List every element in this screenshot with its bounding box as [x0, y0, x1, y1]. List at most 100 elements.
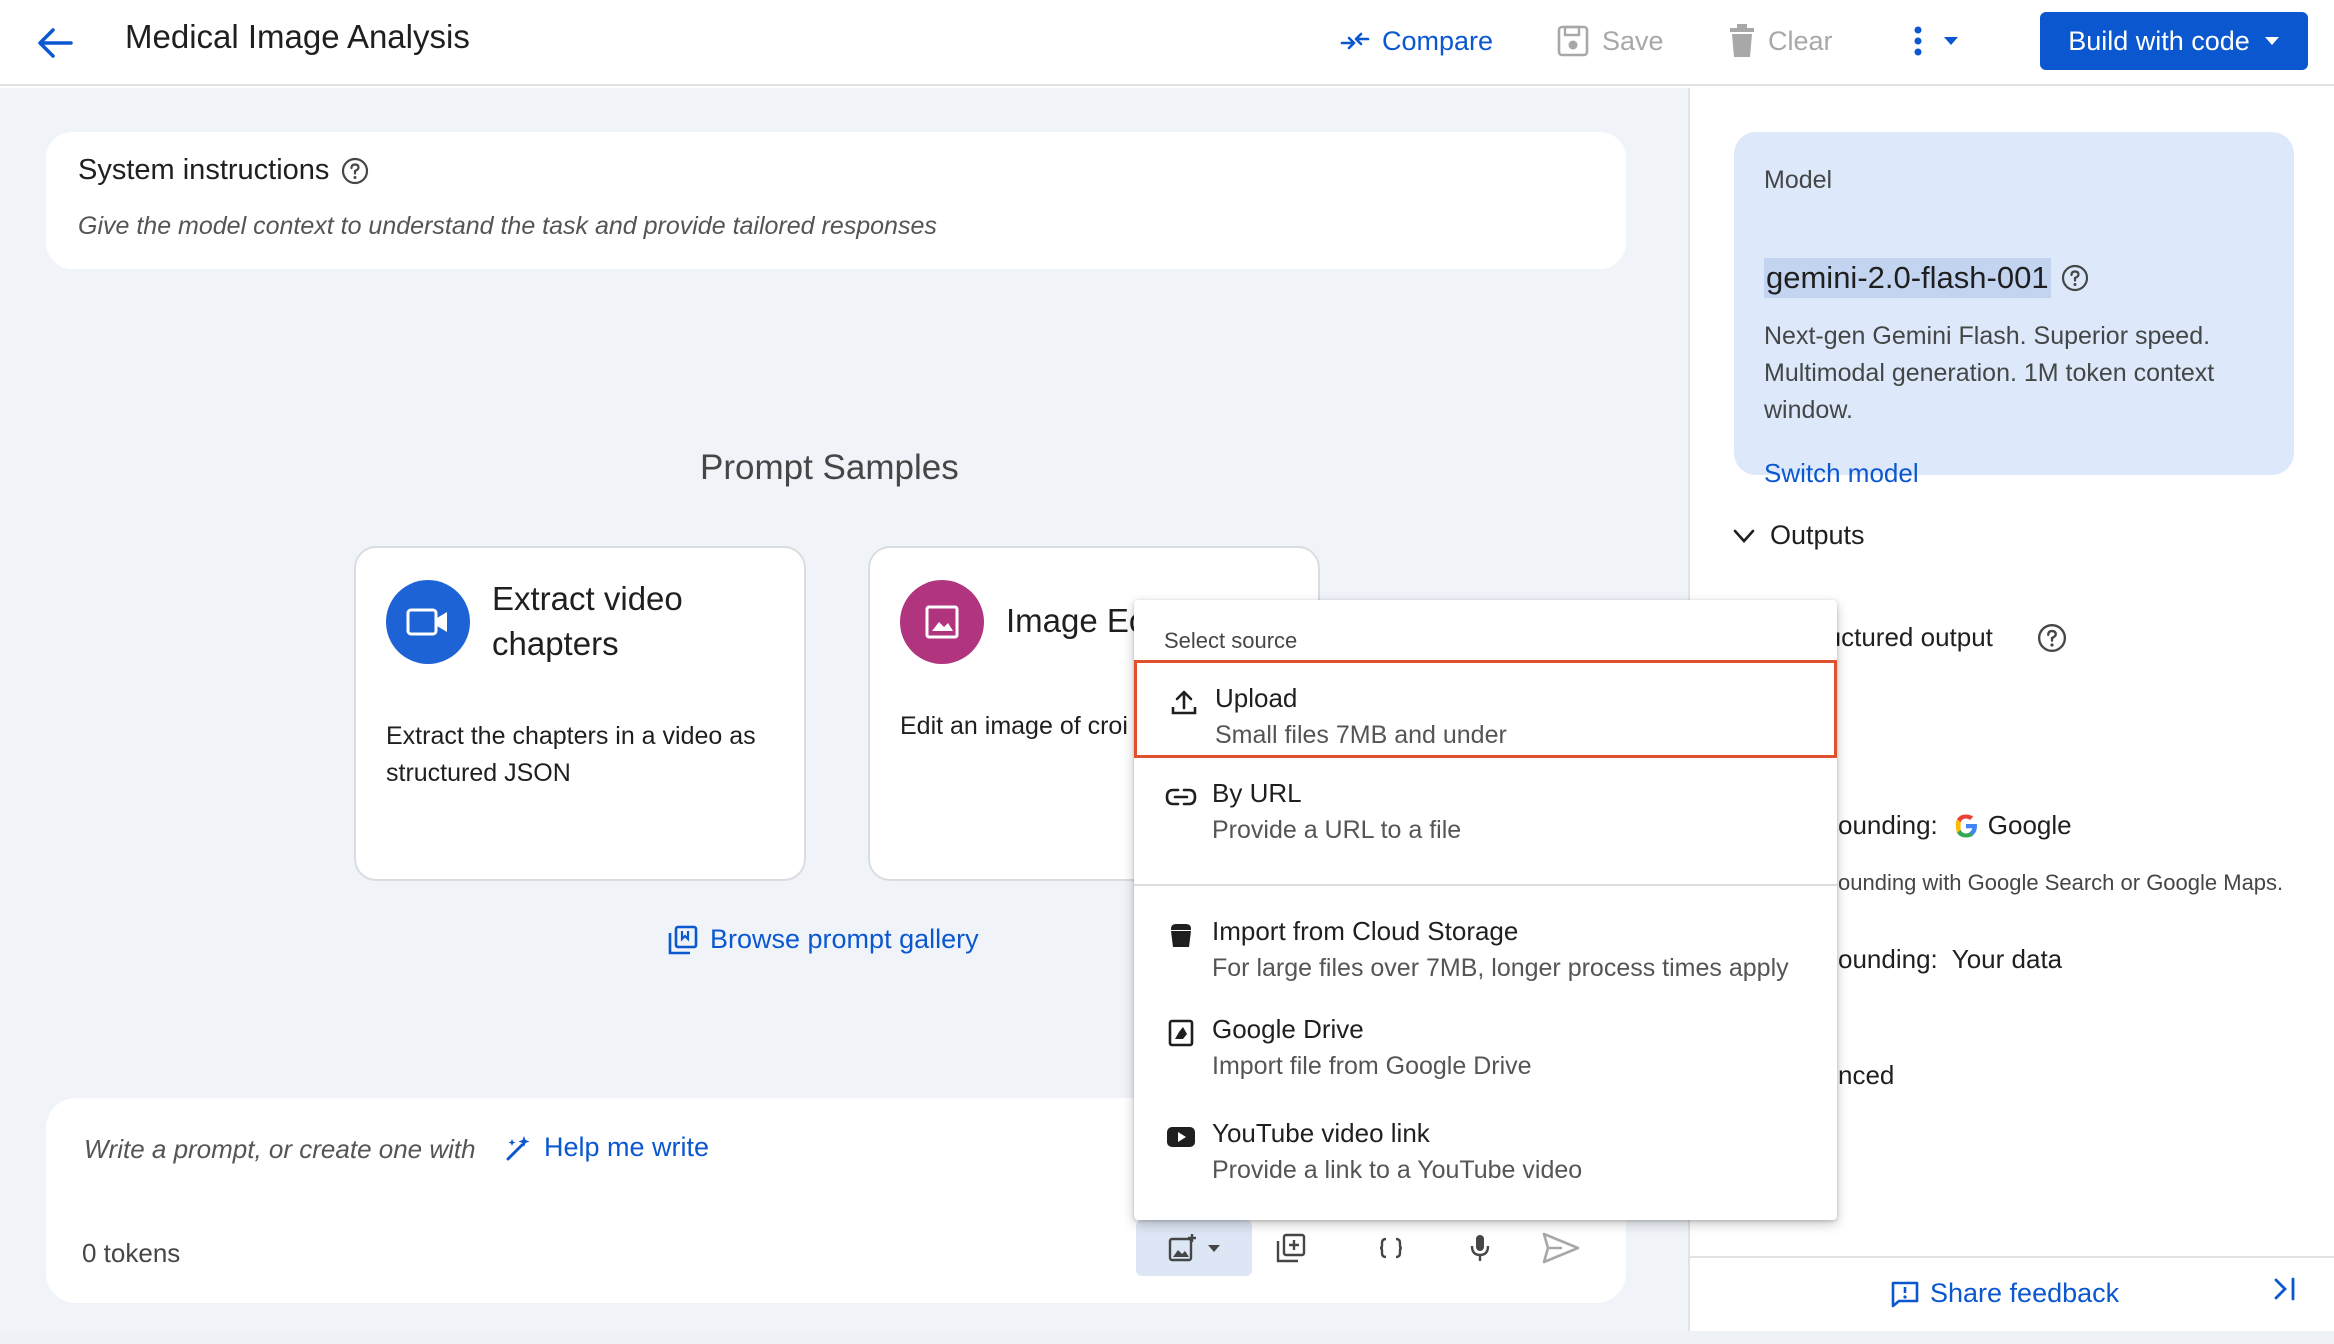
help-icon[interactable] [2061, 264, 2089, 292]
menu-item-cloud-storage[interactable]: Import from Cloud Storage For large file… [1134, 896, 1837, 992]
menu-divider [1134, 884, 1837, 886]
youtube-icon [1164, 1120, 1198, 1154]
collapse-panel-button[interactable] [2272, 1276, 2298, 1309]
model-label: Model [1764, 166, 1833, 194]
grounding-google-description: ounding with Google Search or Google Map… [1838, 870, 2284, 895]
image-icon [900, 580, 984, 664]
model-name-row: gemini-2.0-flash-001 [1764, 258, 2089, 298]
add-image-icon [1168, 1234, 1196, 1262]
compare-label: Compare [1382, 25, 1494, 56]
system-instructions-card[interactable]: System instructions Give the model conte… [46, 132, 1626, 269]
help-write-label: Help me write [544, 1132, 710, 1162]
arrow-left-icon [38, 28, 73, 58]
compare-button[interactable]: Compare [1340, 16, 1493, 66]
code-braces-icon [1379, 1237, 1403, 1259]
menu-item-label: Import from Cloud Storage [1212, 916, 1519, 946]
menu-item-by-url[interactable]: By URL Provide a URL to a file [1134, 758, 1837, 858]
token-count: 0 tokens [82, 1238, 181, 1268]
more-options-button[interactable] [1913, 16, 1959, 66]
send-icon [1542, 1232, 1580, 1264]
grounding-google-prefix: ounding: [1838, 810, 1938, 840]
menu-item-label: By URL [1212, 778, 1302, 808]
menu-item-youtube[interactable]: YouTube video link Provide a link to a Y… [1134, 1098, 1837, 1198]
microphone-button[interactable] [1450, 1220, 1510, 1276]
library-add-icon [1276, 1233, 1306, 1263]
structured-output-label: ructured output [1818, 622, 1993, 652]
grounding-google-label: Google [1987, 810, 2072, 840]
outputs-label: Outputs [1770, 520, 1865, 550]
gallery-icon [668, 925, 698, 954]
insert-code-button[interactable] [1356, 1220, 1426, 1276]
switch-model-link[interactable]: Switch model [1764, 458, 1919, 489]
sample-card-extract-video[interactable]: Extract video chapters Extract the chapt… [354, 546, 806, 881]
grounding-data-prefix: ounding: [1838, 944, 1938, 974]
caret-down-icon [1944, 37, 1958, 45]
upload-icon [1167, 685, 1201, 719]
top-bar: Medical Image Analysis Compare Save Clea… [0, 0, 2334, 86]
grounding-your-data-row[interactable]: ounding: Your data [1838, 944, 2062, 975]
save-button[interactable]: Save [1556, 16, 1664, 66]
sample-card-title: Extract video chapters [492, 580, 683, 662]
compare-icon [1340, 32, 1370, 50]
select-source-menu: Select source Upload Small files 7MB and… [1134, 600, 1837, 1220]
microphone-icon [1470, 1235, 1490, 1261]
menu-item-subtitle: Provide a URL to a file [1212, 816, 1462, 844]
model-description: Next-gen Gemini Flash. Superior speed. M… [1764, 322, 2215, 424]
google-drive-icon [1164, 1016, 1198, 1050]
save-label: Save [1602, 25, 1664, 56]
feedback-icon [1891, 1281, 1919, 1307]
sample-card-description: Extract the chapters in a video as struc… [386, 722, 756, 787]
cloud-storage-icon [1164, 918, 1198, 952]
build-label: Build with code [2068, 25, 2250, 56]
system-instructions-input[interactable]: Give the model context to understand the… [78, 212, 937, 241]
menu-item-google-drive[interactable]: Google Drive Import file from Google Dri… [1134, 994, 1837, 1094]
menu-item-upload[interactable]: Upload Small files 7MB and under [1134, 660, 1837, 758]
grounding-google-row[interactable]: ounding: Google [1838, 810, 2072, 841]
prompt-input[interactable]: Write a prompt, or create one with [84, 1134, 476, 1165]
browse-label: Browse prompt gallery [710, 924, 979, 954]
back-button[interactable] [30, 18, 80, 68]
magic-pen-icon [506, 1135, 530, 1160]
outputs-section-toggle[interactable]: Outputs [1732, 520, 1865, 551]
caret-down-icon [2264, 37, 2279, 45]
caret-down-icon [1208, 1244, 1220, 1252]
side-footer: Share feedback [1690, 1256, 2334, 1331]
advanced-section-toggle[interactable]: nced [1838, 1060, 1894, 1091]
trash-icon [1730, 24, 1754, 57]
build-with-code-button[interactable]: Build with code [2040, 12, 2308, 70]
menu-item-label: YouTube video link [1212, 1118, 1430, 1148]
menu-item-subtitle: Small files 7MB and under [1215, 721, 1507, 749]
system-instructions-title: System instructions [78, 154, 369, 187]
link-icon [1164, 780, 1198, 814]
share-feedback-label: Share feedback [1930, 1278, 2120, 1308]
menu-item-label: Upload [1215, 683, 1298, 713]
send-button[interactable] [1526, 1220, 1596, 1276]
model-name: gemini-2.0-flash-001 [1764, 258, 2051, 298]
menu-item-subtitle: Import file from Google Drive [1212, 1052, 1532, 1080]
share-feedback-button[interactable]: Share feedback [1890, 1278, 2119, 1309]
save-icon [1557, 25, 1589, 57]
google-g-icon [1955, 814, 1977, 837]
menu-header: Select source [1164, 628, 1298, 653]
model-card: Model gemini-2.0-flash-001 Next-gen Gemi… [1734, 132, 2294, 488]
menu-item-subtitle: For large files over 7MB, longer process… [1212, 954, 1789, 982]
help-icon[interactable] [2037, 623, 2067, 653]
add-content-button[interactable] [1256, 1220, 1326, 1276]
chevron-down-icon [1733, 529, 1755, 543]
video-camera-icon [386, 580, 470, 664]
grounding-data-label: Your data [1951, 944, 2063, 974]
clear-label: Clear [1768, 25, 1833, 56]
structured-output-row[interactable]: ructured output [1818, 622, 2067, 653]
menu-item-subtitle: Provide a link to a YouTube video [1212, 1156, 1583, 1184]
prompt-samples-title: Prompt Samples [700, 448, 959, 487]
more-vert-icon [1914, 26, 1922, 56]
insert-media-button[interactable] [1136, 1220, 1252, 1276]
bottom-strip [0, 1331, 2334, 1344]
help-icon[interactable] [341, 157, 369, 185]
help-me-write-button[interactable]: Help me write [504, 1132, 709, 1163]
menu-item-label: Google Drive [1212, 1014, 1364, 1044]
browse-prompt-gallery-link[interactable]: Browse prompt gallery [668, 924, 979, 955]
collapse-right-icon [2274, 1277, 2295, 1301]
app-title: Medical Image Analysis [125, 18, 470, 55]
clear-button[interactable]: Clear [1728, 16, 1833, 66]
